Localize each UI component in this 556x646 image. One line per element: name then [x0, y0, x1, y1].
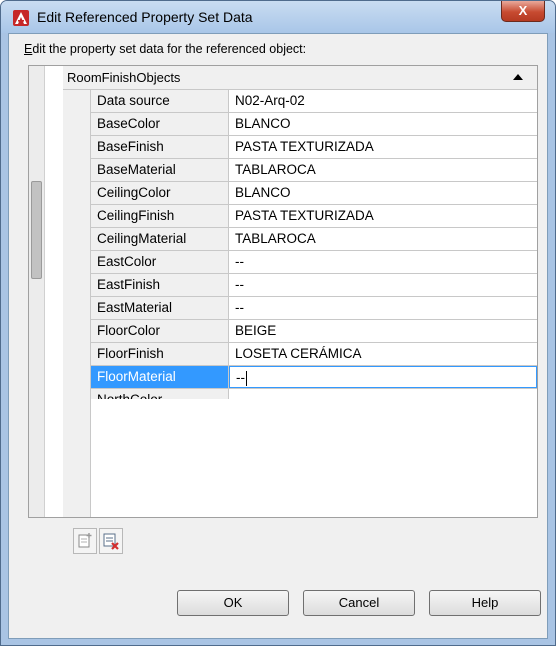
property-value[interactable]: BLANCO	[229, 182, 537, 204]
property-row[interactable]: EastFinish --	[91, 274, 537, 297]
property-name: CeilingColor	[91, 182, 229, 204]
property-set-toolbar	[73, 528, 125, 554]
property-row[interactable]: BaseMaterial TABLAROCA	[91, 159, 537, 182]
property-row[interactable]: CeilingColor BLANCO	[91, 182, 537, 205]
property-name: EastMaterial	[91, 297, 229, 319]
text-caret	[246, 370, 247, 386]
property-row[interactable]: BaseColor BLANCO	[91, 113, 537, 136]
property-value[interactable]: LOSETA CERÁMICA	[229, 343, 537, 365]
property-value[interactable]: N02-Arq-02	[229, 90, 537, 112]
remove-property-set-icon	[100, 533, 122, 556]
close-icon: X	[518, 3, 528, 18]
property-name: BaseMaterial	[91, 159, 229, 181]
property-row[interactable]: Data source N02-Arq-02	[91, 90, 537, 113]
property-name: BaseColor	[91, 113, 229, 135]
ok-button[interactable]: OK	[177, 590, 289, 616]
property-value: --	[236, 370, 245, 385]
window-title: Edit Referenced Property Set Data	[37, 9, 253, 25]
vertical-scrollbar[interactable]	[29, 66, 45, 517]
property-name: EastColor	[91, 251, 229, 273]
property-grid: RoomFinishObjects Data source N02-Arq-02…	[28, 65, 538, 518]
property-row[interactable]: EastMaterial --	[91, 297, 537, 320]
property-row[interactable]: FloorColor BEIGE	[91, 320, 537, 343]
autocad-icon	[13, 10, 29, 26]
property-value[interactable]: BEIGE	[229, 320, 537, 342]
property-name: Data source	[91, 90, 229, 112]
instruction-text: dit the property set data for the refere…	[32, 42, 307, 56]
property-name: FloorMaterial	[91, 366, 229, 388]
property-set-name: RoomFinishObjects	[67, 70, 181, 85]
property-name: CeilingFinish	[91, 205, 229, 227]
collapse-arrow-icon[interactable]	[513, 74, 523, 80]
property-row[interactable]: CeilingFinish PASTA TEXTURIZADA	[91, 205, 537, 228]
property-value[interactable]: BLANCO	[229, 113, 537, 135]
property-row[interactable]: BaseFinish PASTA TEXTURIZADA	[91, 136, 537, 159]
add-property-set-icon	[74, 533, 96, 556]
scrollbar-thumb[interactable]	[31, 181, 42, 279]
property-name: FloorColor	[91, 320, 229, 342]
property-name: FloorFinish	[91, 343, 229, 365]
title-bar[interactable]: Edit Referenced Property Set Data X	[1, 1, 555, 33]
grid-indent-column	[63, 90, 91, 517]
property-name: BaseFinish	[91, 136, 229, 158]
property-row[interactable]: NorthColor	[91, 389, 537, 399]
cancel-button[interactable]: Cancel	[303, 590, 415, 616]
property-value[interactable]: --	[229, 297, 537, 319]
property-value[interactable]	[229, 389, 537, 399]
property-row[interactable]: CeilingMaterial TABLAROCA	[91, 228, 537, 251]
property-row[interactable]: EastColor --	[91, 251, 537, 274]
help-button[interactable]: Help	[429, 590, 541, 616]
property-set-group-header[interactable]: RoomFinishObjects	[63, 66, 537, 90]
property-name: EastFinish	[91, 274, 229, 296]
close-button[interactable]: X	[501, 1, 545, 22]
property-value[interactable]: PASTA TEXTURIZADA	[229, 136, 537, 158]
dialog-window: Edit Referenced Property Set Data X Edit…	[0, 0, 556, 646]
property-name: NorthColor	[91, 389, 229, 399]
add-property-set-button[interactable]	[73, 528, 97, 554]
property-rows: Data source N02-Arq-02 BaseColor BLANCO …	[91, 90, 537, 399]
property-value[interactable]: TABLAROCA	[229, 159, 537, 181]
property-value-editor[interactable]: --	[229, 366, 537, 388]
property-value[interactable]: --	[229, 274, 537, 296]
property-row-selected[interactable]: FloorMaterial --	[91, 366, 537, 389]
property-name: CeilingMaterial	[91, 228, 229, 250]
instruction-label: Edit the property set data for the refer…	[24, 42, 306, 56]
property-value[interactable]: PASTA TEXTURIZADA	[229, 205, 537, 227]
remove-property-set-button[interactable]	[99, 528, 123, 554]
property-value[interactable]: --	[229, 251, 537, 273]
property-row[interactable]: FloorFinish LOSETA CERÁMICA	[91, 343, 537, 366]
property-value[interactable]: TABLAROCA	[229, 228, 537, 250]
